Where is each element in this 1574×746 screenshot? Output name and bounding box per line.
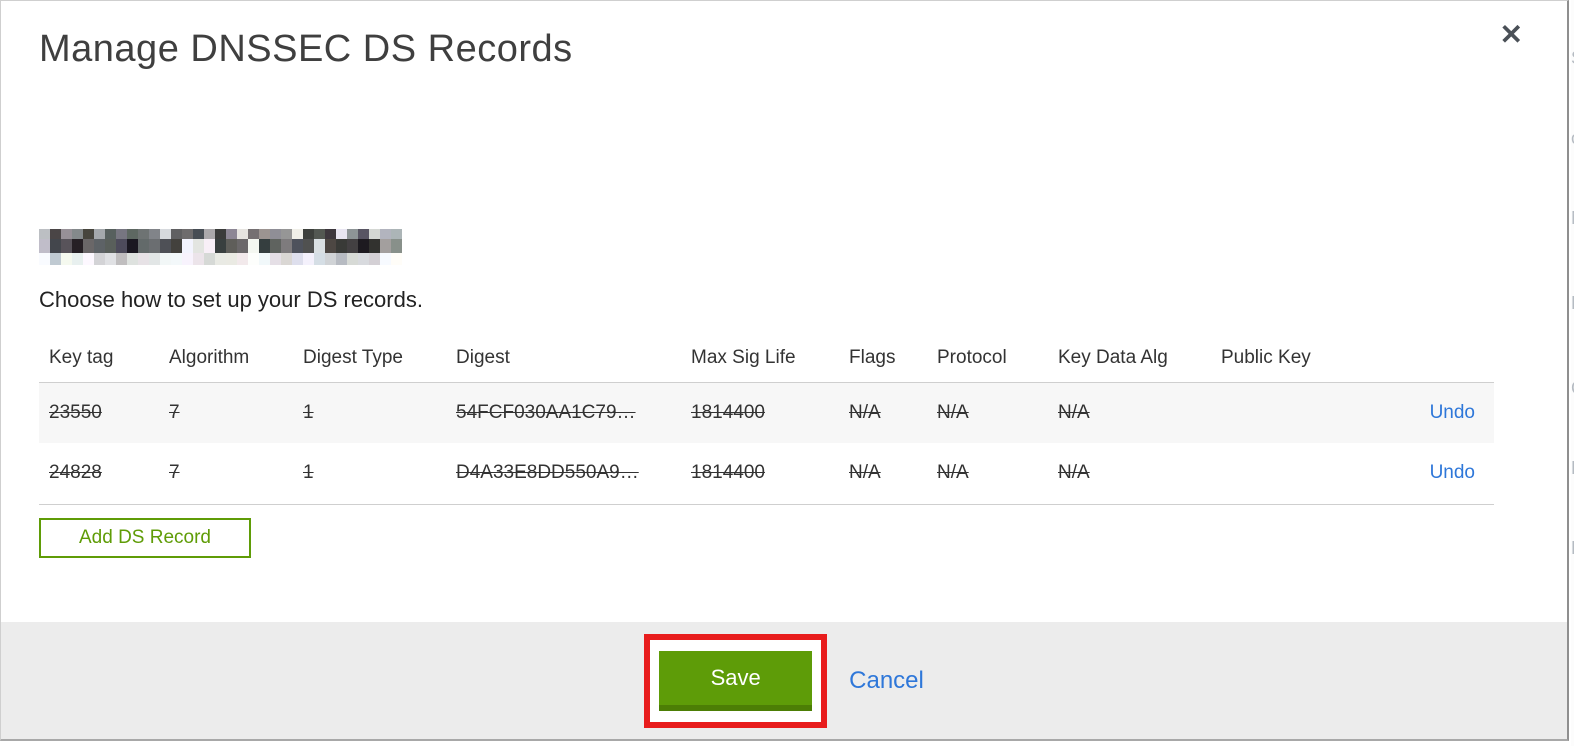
- cell-max-sig-life: 1814400: [691, 462, 765, 484]
- col-header-protocol: Protocol: [937, 346, 1007, 368]
- cell-flags: N/A: [849, 462, 881, 484]
- subtitle-text: Choose how to set up your DS records.: [39, 287, 423, 312]
- col-header-max-sig-life: Max Sig Life: [691, 346, 796, 368]
- col-header-key-tag: Key tag: [49, 346, 114, 368]
- screen: ✕ Manage DNSSEC DS Records Choose how to…: [0, 0, 1574, 746]
- ds-records-table: Key tag Algorithm Digest Type Digest Max…: [39, 336, 1494, 505]
- undo-link[interactable]: Undo: [1430, 402, 1475, 423]
- col-header-key-data-alg: Key Data Alg: [1058, 346, 1168, 368]
- cell-actions: Undo: [1391, 382, 1494, 443]
- cell-protocol: N/A: [937, 401, 969, 423]
- cancel-link[interactable]: Cancel: [849, 667, 924, 695]
- cell-algorithm: 7: [169, 462, 180, 484]
- redacted-domain-name: [39, 229, 403, 265]
- cell-key-tag: 24828: [49, 462, 102, 484]
- cell-key-data-alg: N/A: [1058, 462, 1090, 484]
- modal-body: Manage DNSSEC DS Records Choose how to s…: [1, 27, 1567, 558]
- modal-footer: Save Cancel: [1, 622, 1567, 739]
- table-row: 24828 7 1 D4A33E8DD550A9… 1814400 N/A N/…: [39, 443, 1494, 504]
- cell-digest: 54FCF030AA1C79…: [456, 401, 636, 423]
- col-header-actions: [1391, 336, 1494, 382]
- col-header-algorithm: Algorithm: [169, 346, 250, 368]
- add-ds-record-button[interactable]: Add DS Record: [39, 517, 251, 558]
- col-header-public-key: Public Key: [1221, 346, 1311, 368]
- cell-digest-type: 1: [303, 401, 314, 423]
- col-header-digest: Digest: [456, 346, 510, 368]
- manage-dnssec-modal: ✕ Manage DNSSEC DS Records Choose how to…: [0, 0, 1569, 741]
- col-header-flags: Flags: [849, 346, 896, 368]
- cell-digest-type: 1: [303, 462, 314, 484]
- cell-actions: Undo: [1391, 443, 1494, 504]
- cell-digest: D4A33E8DD550A9…: [456, 462, 639, 484]
- annotation-highlight-box: Save: [644, 633, 828, 728]
- cell-algorithm: 7: [169, 401, 180, 423]
- page-title: Manage DNSSEC DS Records: [39, 28, 573, 70]
- undo-link[interactable]: Undo: [1430, 462, 1475, 483]
- table-header-row: Key tag Algorithm Digest Type Digest Max…: [39, 336, 1494, 382]
- cell-flags: N/A: [849, 401, 881, 423]
- cell-max-sig-life: 1814400: [691, 401, 765, 423]
- cell-public-key: [1211, 382, 1391, 443]
- cell-protocol: N/A: [937, 462, 969, 484]
- table-row: 23550 7 1 54FCF030AA1C79… 1814400 N/A N/…: [39, 382, 1494, 443]
- cell-key-tag: 23550: [49, 401, 102, 423]
- cell-key-data-alg: N/A: [1058, 401, 1090, 423]
- col-header-digest-type: Digest Type: [303, 346, 403, 368]
- cell-public-key: [1211, 443, 1391, 504]
- save-button[interactable]: Save: [659, 650, 813, 711]
